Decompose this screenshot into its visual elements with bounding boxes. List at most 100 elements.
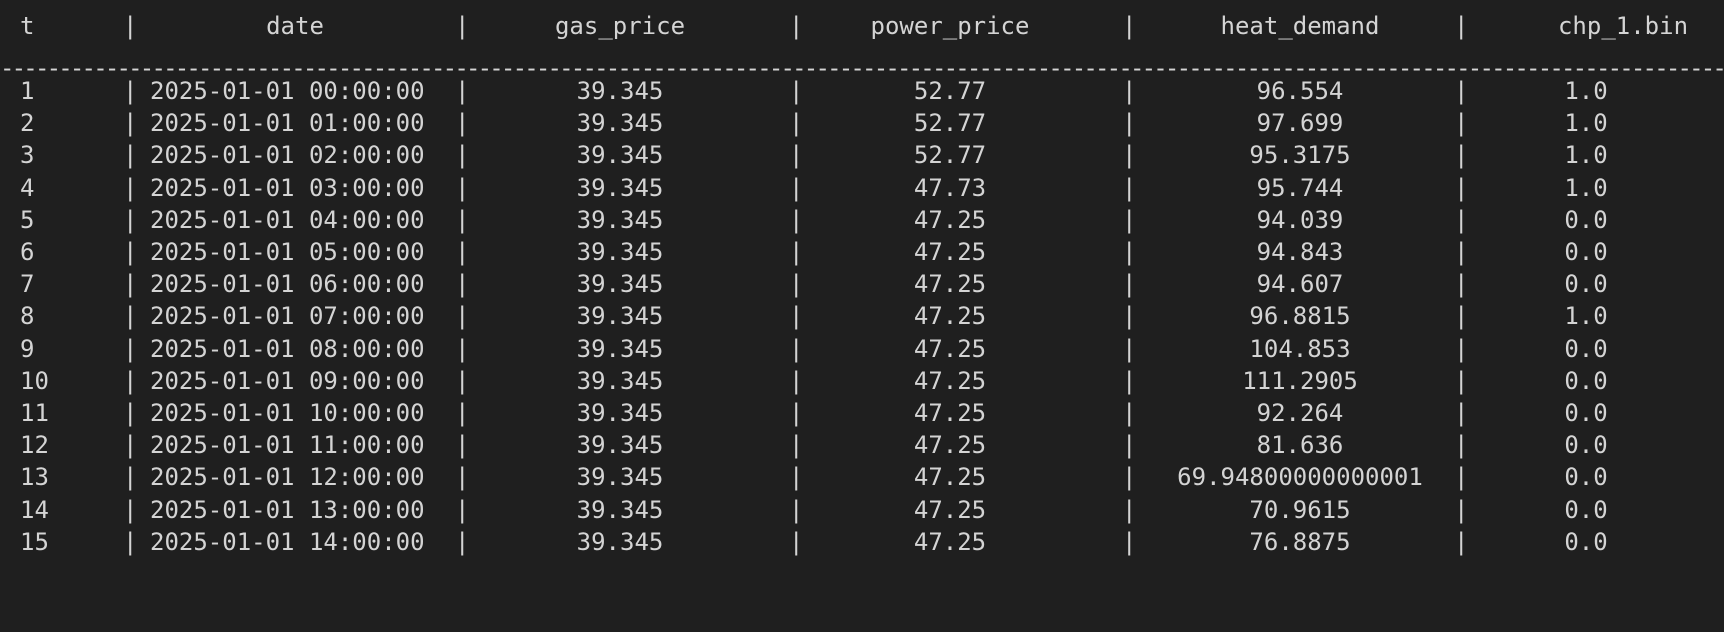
- column-separator: |: [123, 173, 138, 202]
- column-separator: |: [1454, 270, 1469, 299]
- cell-power-price: 47.25: [913, 302, 987, 331]
- column-separator: |: [789, 173, 804, 202]
- cell-chp-1-bin: 1.0: [1564, 109, 1608, 138]
- cell-gas-price: 39.345: [576, 463, 664, 492]
- cell-power-price: 47.25: [913, 463, 987, 492]
- cell-heat-demand: 92.264: [1256, 399, 1344, 427]
- column-separator: |: [123, 527, 138, 556]
- cell-gas-price: 39.345: [576, 527, 664, 556]
- column-separator: |: [1122, 12, 1137, 40]
- cell-date: 2025-01-01 07:00:00: [150, 302, 425, 331]
- cell-date: 2025-01-01 14:00:00: [150, 527, 425, 556]
- table-row: 5 | 2025-01-01 04:00:00 | 39.345 | 47.25 | 94.03…: [0, 203, 1724, 238]
- cell-date: 2025-01-01 10:00:00: [150, 399, 425, 427]
- cell-gas-price: 39.345: [576, 366, 664, 395]
- column-separator: |: [789, 302, 804, 331]
- column-separator: |: [1122, 238, 1137, 266]
- cell-power-price: 47.25: [913, 238, 987, 266]
- cell-date: 2025-01-01 12:00:00: [150, 463, 425, 492]
- cell-chp-1-bin: 0.0: [1564, 270, 1608, 299]
- cell-chp-1-bin: 0.0: [1564, 399, 1608, 427]
- cell-gas-price: 39.345: [576, 141, 664, 170]
- cell-t: 14: [20, 495, 49, 524]
- cell-t: 3: [20, 141, 35, 170]
- column-separator: |: [1454, 173, 1469, 202]
- cell-t: 9: [20, 334, 35, 363]
- cell-t: 8: [20, 302, 35, 331]
- cell-t: 7: [20, 270, 35, 299]
- cell-heat-demand: 70.9615: [1249, 495, 1351, 524]
- cell-chp-1-bin: 0.0: [1564, 366, 1608, 395]
- column-separator: |: [1122, 366, 1137, 395]
- cell-chp-1-bin: 0.0: [1564, 463, 1608, 492]
- cell-heat-demand: 69.94800000000001: [1177, 463, 1423, 492]
- column-separator: |: [1122, 399, 1137, 427]
- column-separator: |: [455, 527, 470, 556]
- column-separator: |: [455, 366, 470, 395]
- column-separator: |: [455, 109, 470, 138]
- cell-gas-price: 39.345: [576, 431, 664, 460]
- cell-t: 6: [20, 238, 35, 266]
- table-row: 14 | 2025-01-01 13:00:00 | 39.345 | 47.25 | 70.9…: [0, 493, 1724, 528]
- cell-power-price: 47.25: [913, 495, 987, 524]
- header-date: date: [266, 12, 324, 40]
- cell-heat-demand: 94.039: [1256, 205, 1344, 234]
- cell-gas-price: 39.345: [576, 399, 664, 427]
- column-separator: |: [123, 12, 138, 40]
- cell-heat-demand: 97.699: [1256, 109, 1344, 138]
- column-separator: |: [1454, 366, 1469, 395]
- column-separator: |: [1122, 77, 1137, 105]
- cell-chp-1-bin: 0.0: [1564, 431, 1608, 460]
- cell-t: 13: [20, 463, 49, 492]
- column-separator: |: [455, 399, 470, 427]
- cell-heat-demand: 94.607: [1256, 270, 1344, 299]
- cell-power-price: 52.77: [913, 141, 987, 170]
- column-separator: |: [455, 141, 470, 170]
- column-separator: |: [1122, 302, 1137, 331]
- column-separator: |: [1122, 270, 1137, 299]
- cell-power-price: 52.77: [913, 109, 987, 138]
- cell-gas-price: 39.345: [576, 302, 664, 331]
- cell-chp-1-bin: 0.0: [1564, 205, 1608, 234]
- header-heat-demand: heat_demand: [1220, 12, 1380, 40]
- column-separator: |: [1122, 431, 1137, 460]
- table-row: 4 | 2025-01-01 03:00:00 | 39.345 | 47.73 | 95.74…: [0, 171, 1724, 206]
- cell-date: 2025-01-01 00:00:00: [150, 77, 425, 105]
- cell-date: 2025-01-01 01:00:00: [150, 109, 425, 138]
- cell-power-price: 47.25: [913, 205, 987, 234]
- column-separator: |: [789, 141, 804, 170]
- cell-chp-1-bin: 0.0: [1564, 527, 1608, 556]
- column-separator: |: [123, 205, 138, 234]
- cell-heat-demand: 95.3175: [1249, 141, 1351, 170]
- cell-power-price: 47.25: [913, 399, 987, 427]
- table-row: 8 | 2025-01-01 07:00:00 | 39.345 | 47.25 | 96.88…: [0, 299, 1724, 334]
- column-separator: |: [123, 77, 138, 105]
- cell-heat-demand: 95.744: [1256, 173, 1344, 202]
- table-row: 10 | 2025-01-01 09:00:00 | 39.345 | 47.25 | 111.…: [0, 364, 1724, 399]
- cell-date: 2025-01-01 04:00:00: [150, 205, 425, 234]
- cell-t: 5: [20, 205, 35, 234]
- column-separator: |: [455, 302, 470, 331]
- column-separator: |: [1454, 463, 1469, 492]
- cell-chp-1-bin: 1.0: [1564, 173, 1608, 202]
- cell-chp-1-bin: 0.0: [1564, 495, 1608, 524]
- column-separator: |: [1122, 463, 1137, 492]
- cell-gas-price: 39.345: [576, 334, 664, 363]
- column-separator: |: [1454, 334, 1469, 363]
- column-separator: |: [455, 77, 470, 105]
- column-separator: |: [1454, 399, 1469, 427]
- cell-gas-price: 39.345: [576, 238, 664, 266]
- cell-gas-price: 39.345: [576, 495, 664, 524]
- cell-date: 2025-01-01 11:00:00: [150, 431, 425, 460]
- column-separator: |: [455, 334, 470, 363]
- table-row: 6 | 2025-01-01 05:00:00 | 39.345 | 47.25 | 94.84…: [0, 235, 1724, 270]
- cell-t: 2: [20, 109, 35, 138]
- column-separator: |: [1122, 141, 1137, 170]
- header-chp-1-bin: chp_1.bin: [1557, 12, 1689, 40]
- cell-chp-1-bin: 0.0: [1564, 238, 1608, 266]
- cell-date: 2025-01-01 05:00:00: [150, 238, 425, 266]
- column-separator: |: [1122, 109, 1137, 138]
- column-separator: |: [1122, 334, 1137, 363]
- cell-heat-demand: 94.843: [1256, 238, 1344, 266]
- cell-heat-demand: 96.554: [1256, 77, 1344, 105]
